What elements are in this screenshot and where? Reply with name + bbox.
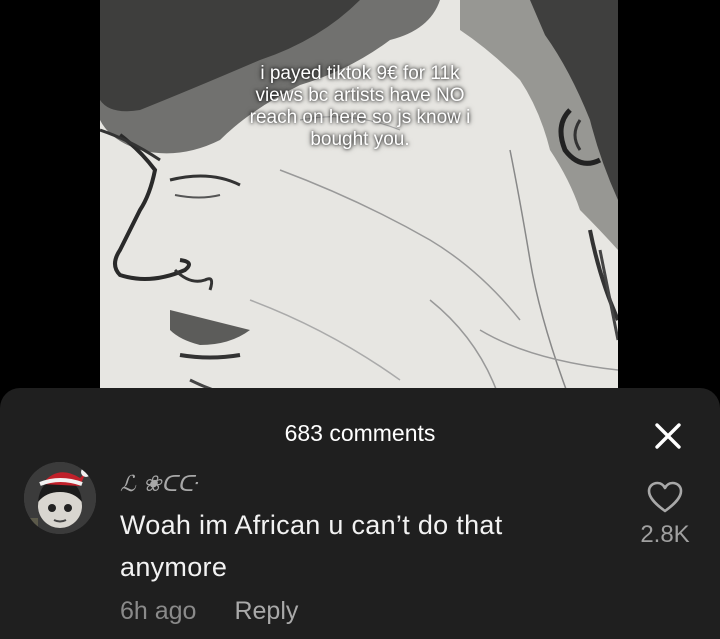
like-button[interactable]: 2.8K: [630, 480, 700, 549]
heart-outline-icon: [647, 481, 683, 513]
comment-username[interactable]: ℒ ❀ᑕᑢ: [120, 472, 197, 497]
video-caption-overlay: i payed tiktok 9€ for 11k views bc artis…: [220, 63, 500, 151]
video-player[interactable]: i payed tiktok 9€ for 11k views bc artis…: [0, 0, 720, 400]
reply-button[interactable]: Reply: [234, 597, 298, 625]
overlay-line: reach on here so js know i: [249, 107, 471, 128]
comment-meta: 6h ago Reply: [120, 597, 298, 626]
video-frame[interactable]: i payed tiktok 9€ for 11k views bc artis…: [100, 0, 618, 400]
like-count: 2.8K: [640, 521, 690, 548]
overlay-line: i payed tiktok 9€ for 11k: [260, 63, 460, 84]
close-icon: [655, 423, 681, 449]
close-button[interactable]: [648, 416, 688, 456]
overlay-line: bought you.: [310, 129, 410, 150]
pencil-sketch-image: [100, 0, 618, 400]
avatar-image: [24, 462, 96, 534]
overlay-line: views bc artists have NO: [255, 85, 465, 106]
comment-text-line: Woah im African u can’t do that: [120, 510, 503, 540]
comment-timestamp: 6h ago: [120, 597, 197, 625]
comments-count-title: 683 comments: [284, 420, 436, 446]
comment-text-line: anymore: [120, 552, 228, 582]
comments-sheet: 683 comments ℒ ❀ᑕᑢ Woah im African u can…: [0, 388, 720, 639]
avatar[interactable]: [24, 462, 96, 534]
comment-body: Woah im African u can’t do that anymore: [120, 504, 600, 588]
